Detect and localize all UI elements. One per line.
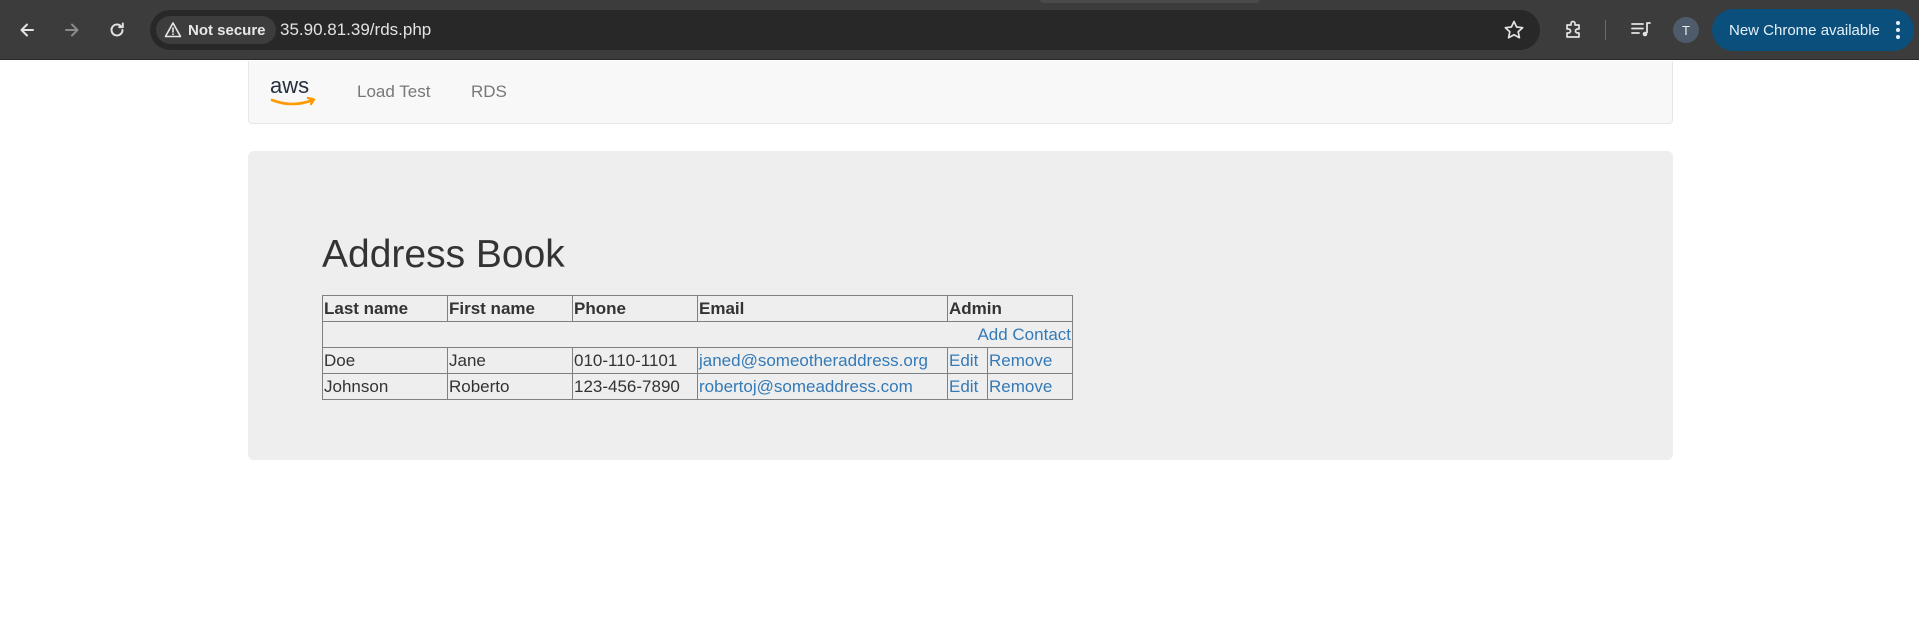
cell-last-name: Doe [322,347,448,374]
table-row: Doe Jane 010-110-1101 janed@someotheradd… [322,347,1073,374]
security-chip[interactable]: Not secure [156,16,276,44]
bookmark-star-icon[interactable] [1502,18,1526,42]
table-header-row: Last name First name Phone Email Admin [322,295,1073,322]
cell-remove: Remove [987,373,1073,400]
add-contact-cell: Add Contact [322,321,1073,348]
add-contact-row: Add Contact [322,321,1073,348]
arrow-right-icon [65,23,79,37]
update-label: New Chrome available [1729,21,1880,39]
back-button[interactable] [11,14,43,46]
edit-link[interactable]: Edit [949,377,978,396]
profile-avatar[interactable]: T [1673,17,1699,43]
cell-first-name: Jane [447,347,573,374]
security-label: Not secure [188,21,266,39]
remove-link[interactable]: Remove [989,377,1052,396]
tab-strip-edge [1040,0,1260,3]
cell-last-name: Johnson [322,373,448,400]
remove-link[interactable]: Remove [989,351,1052,370]
toolbar-divider [1605,20,1606,40]
site-navbar: aws Load Test RDS [248,61,1673,124]
new-chrome-available-button[interactable]: New Chrome available [1712,9,1914,51]
header-admin: Admin [947,295,1073,322]
cell-email: janed@someotheraddress.org [697,347,948,374]
reload-icon [110,22,124,37]
forward-button[interactable] [56,14,88,46]
aws-logo[interactable]: aws [268,75,322,109]
header-email: Email [697,295,948,322]
cell-first-name: Roberto [447,373,573,400]
aws-logo-text: aws [270,75,309,98]
header-first-name: First name [447,295,573,322]
reload-button[interactable] [101,14,133,46]
media-controls-button[interactable] [1627,16,1655,44]
add-contact-link[interactable]: Add Contact [977,325,1071,344]
cell-email: robertoj@someaddress.com [697,373,948,400]
nav-link-rds[interactable]: RDS [471,82,507,102]
warning-triangle-icon [164,22,182,38]
extensions-button[interactable] [1560,16,1588,44]
kebab-menu-icon[interactable] [1896,21,1900,39]
queue-music-icon [1631,22,1651,37]
header-last-name: Last name [322,295,448,322]
url-text[interactable]: 35.90.81.39/rds.php [280,20,431,40]
nav-link-load-test[interactable]: Load Test [357,82,430,102]
cell-phone: 123-456-7890 [572,373,698,400]
cell-phone: 010-110-1101 [572,347,698,374]
address-bar[interactable]: Not secure 35.90.81.39/rds.php [150,10,1540,50]
edit-link[interactable]: Edit [949,351,978,370]
address-book-table: Last name First name Phone Email Admin A… [322,295,1073,400]
main-jumbotron: Address Book Last name First name Phone … [248,151,1673,460]
cell-remove: Remove [987,347,1073,374]
puzzle-icon [1566,20,1580,38]
browser-toolbar: Not secure 35.90.81.39/rds.php T New Chr… [0,0,1919,60]
cell-edit: Edit [947,373,988,400]
table-row: Johnson Roberto 123-456-7890 robertoj@so… [322,373,1073,400]
header-phone: Phone [572,295,698,322]
cell-edit: Edit [947,347,988,374]
page-title: Address Book [322,233,565,276]
email-link[interactable]: janed@someotheraddress.org [699,351,928,370]
arrow-left-icon [20,23,34,37]
email-link[interactable]: robertoj@someaddress.com [699,377,913,396]
